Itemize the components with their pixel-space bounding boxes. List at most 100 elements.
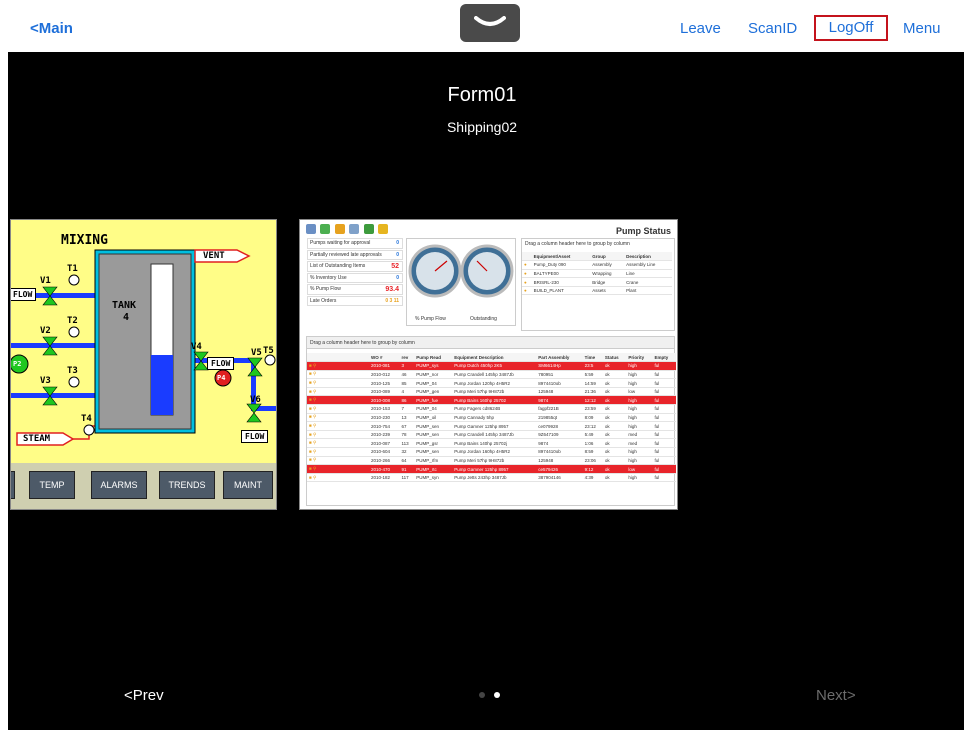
table-row[interactable]: ■ ⚲ 2010-754 67 PUMP_sen Pump Gamner 125hp 8… (307, 421, 676, 431)
table-cell: 8:09 (582, 413, 603, 423)
table-row[interactable]: ■ ⚲ 2010-182 117 PUMP_syn Pump Jetts 243hp 3… (307, 473, 676, 483)
folder-icon[interactable]: ■ (309, 475, 312, 480)
row-icons[interactable]: ■ ⚲ (307, 430, 369, 440)
table-cell: ful (652, 473, 676, 483)
table-row[interactable]: ■ ⚲ 2010-012 46 PUMP_nor Pump Crandell 145hp… (307, 370, 676, 380)
search-icon[interactable]: ⚲ (313, 449, 316, 454)
row-icons[interactable]: ■ ⚲ (307, 378, 369, 388)
folder-icon[interactable]: ■ (309, 423, 312, 428)
table-row[interactable]: ■ ⚲ 2010-153 7 PUMP_04 Pump Fagers cd8624B fa… (307, 404, 676, 414)
table-cell: ful (652, 421, 676, 431)
table-row[interactable]: ■ ⚲ 2010-266 64 PUMP_rfm Pump Meri 57hp 9H87… (307, 456, 676, 466)
row-icons[interactable]: ■ ⚲ (307, 447, 369, 457)
search-icon[interactable]: ⚲ (313, 432, 316, 437)
table-cell: PUMP_sen (414, 447, 453, 457)
folder-icon[interactable]: ■ (309, 457, 312, 462)
folder-icon[interactable]: ■ (309, 406, 312, 411)
folder-icon[interactable]: ■ (309, 397, 312, 402)
table-cell: ful (652, 464, 676, 474)
logoff-button[interactable]: LogOff (814, 15, 888, 41)
valve-label-v3: V3 (40, 376, 51, 386)
table-cell: Pump Bains 140hp 25702j (452, 438, 537, 449)
folder-icon[interactable]: ■ (309, 380, 312, 385)
folder-icon[interactable]: ■ (309, 363, 312, 368)
table-cell: 14:59 (582, 378, 603, 388)
menu-button[interactable]: Menu (903, 20, 941, 37)
table-cell: PUMP_sys (414, 361, 453, 371)
gauge-label: % Pump Flow (415, 316, 446, 322)
scan-id-button[interactable]: ScanID (748, 20, 797, 37)
flow-tag: FLOW (207, 357, 235, 370)
row-icons[interactable]: ■ ⚲ (307, 387, 369, 397)
row-icons[interactable]: ■ ⚲ (307, 413, 369, 423)
temp-label-t5: T5 (263, 346, 274, 356)
table-cell: ok (602, 456, 627, 466)
maint-button[interactable]: MAINT (223, 471, 273, 499)
folder-icon[interactable]: ■ (309, 466, 312, 471)
valve-label-v2: V2 (40, 326, 51, 336)
search-icon[interactable]: ⚲ (313, 440, 316, 445)
pulldown-handle[interactable] (460, 4, 520, 42)
alarms-button[interactable]: ALARMS (91, 471, 147, 499)
top-nav-bar: <Main Leave ScanID LogOff Menu (0, 0, 964, 52)
temp-label-t2: T2 (67, 316, 78, 326)
table-cell: 8974410ob (536, 378, 583, 388)
table-cell: PUMP_syn (414, 473, 453, 483)
search-icon[interactable]: ⚲ (313, 475, 316, 480)
table-cell: 113 (399, 438, 415, 449)
chevron-down-icon (474, 16, 506, 26)
table-cell: 4:39 (582, 473, 603, 483)
screen-button[interactable]: S (11, 471, 15, 499)
pump-status-thumbnail[interactable]: Pump Status Pumps waiting for approval 0 … (299, 219, 678, 510)
row-icons[interactable]: ■ ⚲ (307, 473, 369, 483)
row-icons[interactable]: ■ ⚲ (307, 456, 369, 466)
search-icon[interactable]: ⚲ (313, 466, 316, 471)
page-dot[interactable] (479, 692, 485, 698)
leave-button[interactable]: Leave (680, 20, 721, 37)
table-row[interactable]: ■ ⚲ 2010-125 85 PUMP_04 Pump Jordan 120hp 4H… (307, 378, 676, 388)
row-icons[interactable]: ■ ⚲ (307, 464, 369, 474)
page-dot-active[interactable] (494, 692, 500, 698)
table-row[interactable]: ■ ⚲ 2010-089 4 PUMP_gen Pump Meri 57hp 9H872… (307, 387, 676, 397)
search-icon[interactable]: ⚲ (313, 380, 316, 385)
row-icons[interactable]: ■ ⚲ (307, 361, 369, 371)
search-icon[interactable]: ⚲ (313, 423, 316, 428)
temp-button[interactable]: TEMP (29, 471, 75, 499)
folder-icon[interactable]: ■ (309, 432, 312, 437)
trends-button[interactable]: TRENDS (159, 471, 215, 499)
temp-label-t1: T1 (67, 264, 78, 274)
table-row[interactable]: ■ ⚲ 2010-081 3 PUMP_sys Pump Dutch 450hp 2K5… (307, 361, 676, 371)
table-cell: ful (652, 430, 676, 440)
row-icons[interactable]: ■ ⚲ (307, 370, 369, 380)
table-row[interactable]: ■ ⚲ 2010-604 32 PUMP_sen Pump Jordan 160hp 4… (307, 447, 676, 457)
search-icon[interactable]: ⚲ (313, 389, 316, 394)
table-row[interactable]: ■ ⚲ 2010-087 113 PUMP_gsr Pump Bains 140hp 2… (307, 438, 676, 449)
valve-label-v6: V6 (250, 395, 261, 405)
row-icons[interactable]: ■ ⚲ (307, 404, 369, 414)
kpi-row: Partially reviewed late approvals 0 (307, 249, 403, 260)
search-icon[interactable]: ⚲ (313, 457, 316, 462)
folder-icon[interactable]: ■ (309, 371, 312, 376)
folder-icon[interactable]: ■ (309, 449, 312, 454)
row-icons[interactable]: ■ ⚲ (307, 421, 369, 431)
mixing-screen-thumbnail[interactable]: MIXING VENT TANK 4 V1 V2 V3 V4 V5 V6 T1 … (10, 219, 277, 510)
search-icon[interactable]: ⚲ (313, 363, 316, 368)
table-cell: 2010-230 (369, 413, 400, 423)
table-row[interactable]: ■ ⚲ 2010-239 78 PUMP_sen Pump Crandell 145hp… (307, 430, 676, 440)
folder-icon[interactable]: ■ (309, 440, 312, 445)
table-row[interactable]: ■ ⚲ 2010-470 91 PUMP_rtc Pump Gamner 125hp 8… (307, 464, 676, 474)
table-row[interactable]: ■ ⚲ 2010-230 13 PUMP_oil Pump Cannady 5hp 219… (307, 413, 676, 423)
equipment-row: ● BRISRL-230 Bridge Crane (522, 277, 672, 287)
search-icon[interactable]: ⚲ (313, 397, 316, 402)
row-icons[interactable]: ■ ⚲ (307, 438, 369, 449)
mixing-title: MIXING (61, 233, 108, 248)
search-icon[interactable]: ⚲ (313, 406, 316, 411)
back-to-main-link[interactable]: <Main (30, 20, 73, 37)
table-row[interactable]: ■ ⚲ 2010-008 86 PUMP_fue Pump Bains 160hp 25… (307, 395, 676, 406)
folder-icon[interactable]: ■ (309, 389, 312, 394)
search-icon[interactable]: ⚲ (313, 414, 316, 419)
row-icons[interactable]: ■ ⚲ (307, 395, 369, 406)
prev-button[interactable]: <Prev (124, 687, 164, 704)
search-icon[interactable]: ⚲ (313, 371, 316, 376)
folder-icon[interactable]: ■ (309, 414, 312, 419)
